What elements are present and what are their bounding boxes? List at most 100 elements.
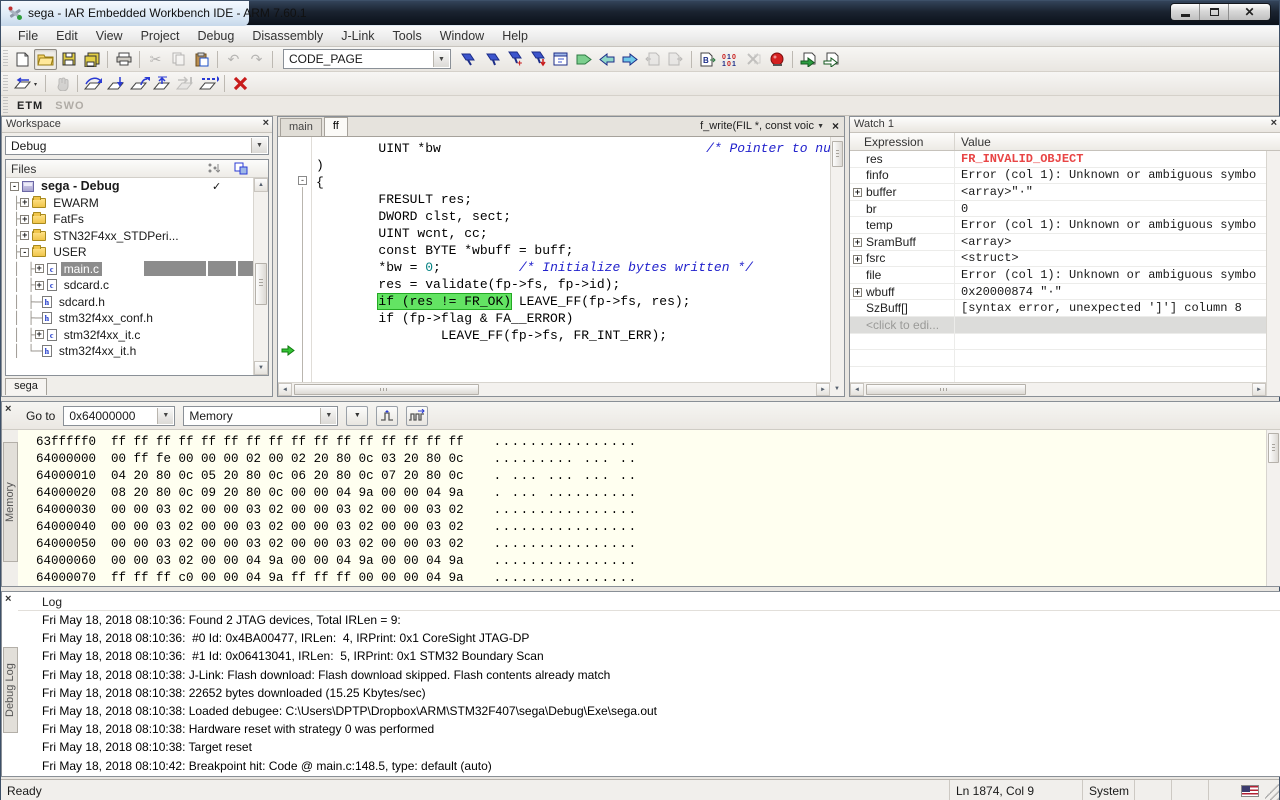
expand-icon[interactable]: + <box>20 198 30 208</box>
stop-build-icon[interactable] <box>742 49 765 70</box>
workspace-tab-sega[interactable]: sega <box>5 378 47 395</box>
break-button[interactable] <box>50 73 73 94</box>
debug-without-download-button[interactable] <box>820 49 843 70</box>
tree-item-stm32f4xx-it-c[interactable]: │ ├ + c stm32f4xx_it.c <box>6 327 253 344</box>
tree-item-stm32f4xx-conf-h[interactable]: │ ├─ h stm32f4xx_conf.h <box>6 310 253 327</box>
collapse-icon[interactable]: - <box>20 247 30 257</box>
navigate-forward-icon[interactable] <box>618 49 641 70</box>
tree-item-stdperiph[interactable]: ├ + STN32F4xx_STDPeri... <box>6 228 253 245</box>
editor-horizontal-scrollbar[interactable]: ◄ ► <box>278 382 830 396</box>
tree-item-ewarm[interactable]: ├ + EWARM <box>6 195 253 212</box>
undo-button[interactable]: ↶ <box>222 49 245 70</box>
memory-close-button[interactable]: × <box>5 403 11 415</box>
make-icon[interactable]: 010101 <box>719 49 742 70</box>
scroll-right-icon[interactable]: ► <box>1252 383 1266 396</box>
save-button[interactable] <box>57 49 80 70</box>
swo-button[interactable]: SWO <box>49 98 90 114</box>
expand-icon[interactable]: + <box>853 188 862 198</box>
menu-tools[interactable]: Tools <box>384 27 431 45</box>
etm-button[interactable]: ETM <box>11 98 49 114</box>
value-column-header[interactable]: Value <box>955 133 1280 150</box>
watch-row-res[interactable]: res FR_INVALID_OBJECT <box>850 151 1280 168</box>
scroll-left-icon[interactable]: ◄ <box>850 383 864 396</box>
prev-doc-icon[interactable] <box>641 49 664 70</box>
scroll-down-icon[interactable]: ▼ <box>830 382 844 396</box>
collapse-icon[interactable]: - <box>10 181 19 191</box>
redo-button[interactable]: ↷ <box>245 49 268 70</box>
watch-row-new[interactable]: <click to edi... <box>850 316 1280 334</box>
dropdown-arrow-icon[interactable]: ▼ <box>320 407 337 424</box>
menu-help[interactable]: Help <box>493 27 537 45</box>
memory-zone-combobox[interactable]: Memory ▼ <box>183 405 339 426</box>
download-and-debug-button[interactable] <box>797 49 820 70</box>
reset-button[interactable] <box>11 73 41 94</box>
dropdown-arrow-icon[interactable]: ▼ <box>157 407 174 424</box>
stop-debugging-button[interactable] <box>229 73 252 94</box>
watch-row-br[interactable]: br 0 <box>850 200 1280 218</box>
step-out-button[interactable] <box>128 73 151 94</box>
step-into-button[interactable] <box>105 73 128 94</box>
watch-horizontal-scrollbar[interactable]: ◄ ► <box>850 382 1266 396</box>
editor-gutter[interactable]: - <box>278 137 312 382</box>
dropdown-arrow-icon[interactable]: ▼ <box>251 138 267 153</box>
function-dropdown-icon[interactable]: ▼ <box>817 123 824 130</box>
scroll-down-icon[interactable]: ▼ <box>254 361 268 375</box>
paste-button[interactable] <box>190 49 213 70</box>
watch-row-temp[interactable]: temp Error (col 1): Unknown or ambiguous … <box>850 217 1280 234</box>
memory-refresh-button[interactable] <box>406 405 429 426</box>
source-browser-icon[interactable] <box>549 49 572 70</box>
go-button[interactable] <box>197 73 220 94</box>
watch-row-wbuff[interactable]: + wbuff 0x20000874 "·" <box>850 283 1280 301</box>
watch-row-buffer[interactable]: + buffer <array>"·" <box>850 184 1280 201</box>
expand-icon[interactable]: + <box>34 330 44 340</box>
next-statement-button[interactable] <box>151 73 174 94</box>
expand-icon[interactable]: + <box>853 254 862 264</box>
sort-icon[interactable] <box>206 162 220 175</box>
tree-item-main-c[interactable]: │ ├ + c main.c <box>6 260 262 278</box>
editor-vertical-scrollbar[interactable] <box>830 137 844 382</box>
restore-button[interactable] <box>1200 4 1229 20</box>
dropdown-arrow-icon[interactable]: ▼ <box>433 51 449 67</box>
watch-row-finfo[interactable]: finfo Error (col 1): Unknown or ambiguous… <box>850 167 1280 185</box>
expression-column-header[interactable]: Expression <box>850 133 955 150</box>
expand-icon[interactable]: + <box>34 264 44 274</box>
watch-close-button[interactable]: × <box>1271 117 1277 129</box>
memory-context-menu-button[interactable]: ▼ <box>346 405 369 426</box>
menu-window[interactable]: Window <box>431 27 493 45</box>
resize-grip[interactable] <box>1265 780 1279 800</box>
tab-main[interactable]: main <box>280 118 322 136</box>
expand-icon[interactable]: + <box>20 214 30 224</box>
menu-jlink[interactable]: J-Link <box>332 27 383 45</box>
tree-item-stm32f4xx-it-h[interactable]: │ └─ h stm32f4xx_it.h <box>6 343 253 360</box>
scroll-right-icon[interactable]: ► <box>816 383 830 396</box>
workspace-close-button[interactable]: × <box>263 117 269 129</box>
watch-row-file[interactable]: file Error (col 1): Unknown or ambiguous … <box>850 267 1280 284</box>
next-doc-icon[interactable] <box>664 49 687 70</box>
expand-icon[interactable]: + <box>853 237 862 247</box>
menu-debug[interactable]: Debug <box>188 27 243 45</box>
menu-edit[interactable]: Edit <box>47 27 87 45</box>
tree-item-sdcard-c[interactable]: │ ├ + c sdcard.c <box>6 277 253 294</box>
scrollbar-thumb[interactable] <box>255 263 267 305</box>
save-all-button[interactable] <box>80 49 103 70</box>
watch-row-szbuff[interactable]: SzBuff[] [syntax error, unexpected ']'] c… <box>850 300 1280 317</box>
expand-icon[interactable]: + <box>853 287 862 297</box>
toolbar-grip[interactable] <box>3 74 8 93</box>
options-icon[interactable] <box>234 162 248 175</box>
menu-project[interactable]: Project <box>132 27 189 45</box>
navigate-icon-2[interactable] <box>480 49 503 70</box>
print-button[interactable] <box>112 49 135 70</box>
cut-button[interactable]: ✂ <box>144 49 167 70</box>
scrollbar-thumb[interactable] <box>866 384 1026 395</box>
navigate-download-icon[interactable] <box>526 49 549 70</box>
tree-item-sdcard-h[interactable]: │ ├─ h sdcard.h <box>6 294 253 311</box>
codepage-combobox[interactable]: CODE_PAGE ▼ <box>283 49 451 69</box>
goto-address-combobox[interactable]: 0x64000000 ▼ <box>63 405 176 426</box>
navigate-back-icon[interactable] <box>595 49 618 70</box>
memory-scrollbar[interactable] <box>1266 430 1280 586</box>
files-scrollbar[interactable]: ▲ ▼ <box>253 178 268 375</box>
watch-vertical-scrollbar[interactable] <box>1266 151 1280 396</box>
menu-view[interactable]: View <box>87 27 132 45</box>
memory-side-tab[interactable]: Memory <box>3 442 18 562</box>
tab-ff[interactable]: ff <box>323 117 348 136</box>
